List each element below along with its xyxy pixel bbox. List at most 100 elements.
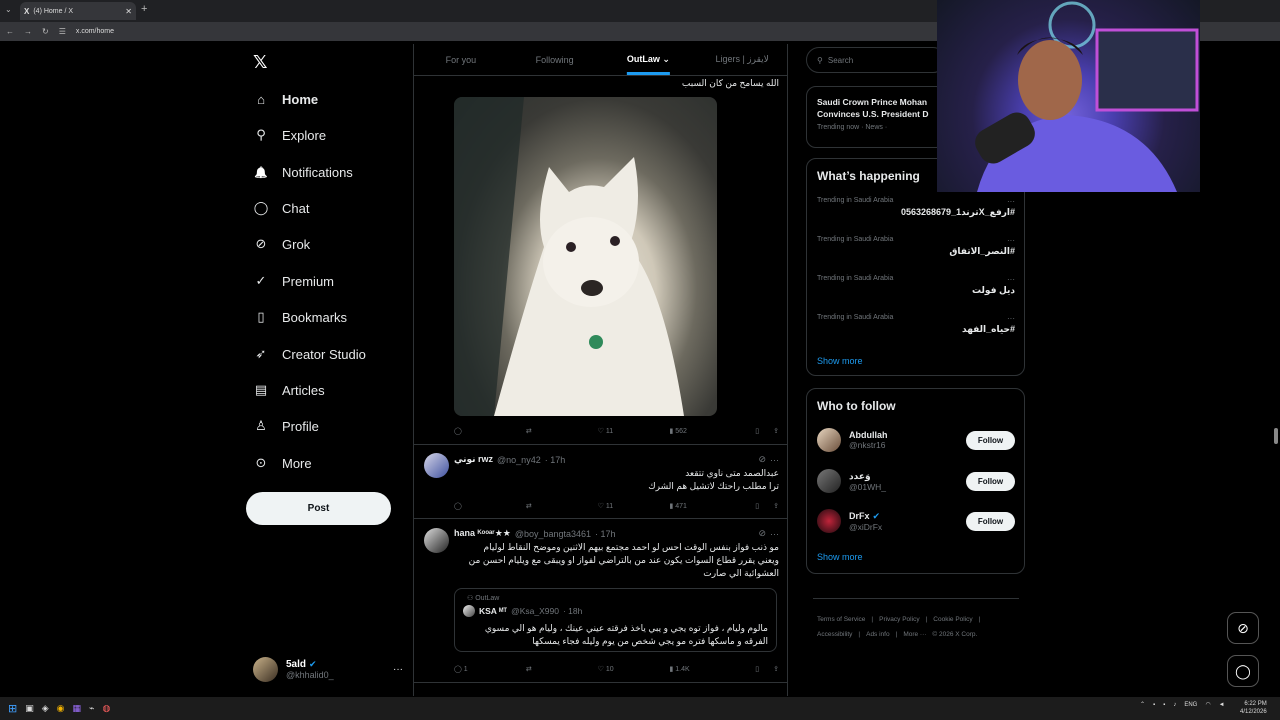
app-icon[interactable]: ▣ bbox=[25, 703, 34, 714]
show-more-link[interactable]: Show more bbox=[817, 356, 863, 366]
browser-tab[interactable]: X (4) Home / X ✕ bbox=[20, 2, 136, 20]
sidebar-item-articles[interactable]: ▤ Articles bbox=[253, 377, 325, 403]
follow-button[interactable]: Follow bbox=[966, 511, 1015, 531]
messages-fab-icon[interactable]: ◯ bbox=[1227, 655, 1259, 687]
bookmark-icon[interactable]: ▯ bbox=[755, 427, 759, 435]
scrollbar[interactable] bbox=[1274, 428, 1278, 444]
bookmark-icon[interactable]: ▯ bbox=[755, 665, 759, 673]
app-icon[interactable]: ▦ bbox=[73, 703, 82, 714]
trend-item[interactable]: Trending in Saudi Arabia #النصر_الاتفاق … bbox=[817, 236, 1015, 270]
account-switcher[interactable]: 5ald ✔ @khhalid0_ ··· bbox=[253, 655, 403, 683]
back-icon[interactable]: ← bbox=[6, 27, 14, 36]
tab-menu-icon[interactable]: ⌄ bbox=[5, 5, 12, 14]
new-tab-button[interactable]: + bbox=[141, 3, 147, 15]
sidebar-item-explore[interactable]: ⚲ Explore bbox=[253, 122, 326, 148]
like-button[interactable]: ♡ 11 bbox=[598, 427, 670, 435]
sidebar-item-more[interactable]: ⊙ More bbox=[253, 450, 312, 476]
footer-link[interactable]: More ··· bbox=[903, 627, 926, 642]
follow-suggestion[interactable]: وَعدد @01WH_ Follow bbox=[817, 467, 1015, 495]
more-icon[interactable]: ··· bbox=[1007, 236, 1015, 245]
sidebar-item-creator-studio[interactable]: ➶ Creator Studio bbox=[253, 341, 366, 367]
language-indicator[interactable]: ENG bbox=[1184, 702, 1197, 708]
sidebar-item-profile[interactable]: ♙ Profile bbox=[253, 413, 319, 439]
tray-chevron-icon[interactable]: ⌃ bbox=[1140, 701, 1145, 708]
views-button[interactable]: ▮ 562 bbox=[669, 427, 741, 435]
retweet-icon[interactable]: ⇄ bbox=[526, 502, 598, 510]
mic-icon[interactable]: ♪ bbox=[1173, 702, 1176, 708]
follow-button[interactable]: Follow bbox=[966, 471, 1015, 491]
news-card[interactable]: Saudi Crown Prince Mohan Convinces U.S. … bbox=[806, 86, 946, 148]
more-icon[interactable]: ··· bbox=[1007, 314, 1015, 323]
grok-fab-icon[interactable]: ⊘ bbox=[1227, 612, 1259, 644]
tray-app-icon[interactable]: ▪ bbox=[1153, 702, 1155, 708]
share-icon[interactable]: ⇪ bbox=[773, 665, 779, 673]
sidebar-item-bookmarks[interactable]: ▯ Bookmarks bbox=[253, 304, 347, 330]
close-tab-icon[interactable]: ✕ bbox=[125, 7, 132, 16]
trend-item[interactable]: Trending in Saudi Arabia #حياه_الفهد ··· bbox=[817, 314, 1015, 348]
follow-suggestion[interactable]: Abdullah @nkstr16 Follow bbox=[817, 426, 1015, 454]
bookmark-icon[interactable]: ▯ bbox=[755, 502, 759, 510]
tweet-time[interactable]: · 17h bbox=[545, 455, 566, 465]
tab-outlaw[interactable]: OutLaw ⌄ bbox=[602, 54, 696, 65]
avatar[interactable] bbox=[424, 528, 449, 553]
like-button[interactable]: ♡ 11 bbox=[598, 502, 670, 510]
follow-button[interactable]: Follow bbox=[966, 430, 1015, 450]
trend-item[interactable]: Trending in Saudi Arabia ديل فولت ··· bbox=[817, 275, 1015, 309]
like-button[interactable]: ♡ 10 bbox=[598, 665, 670, 673]
show-more-link[interactable]: Show more bbox=[817, 552, 863, 562]
sidebar-item-home[interactable]: ⌂ Home bbox=[253, 86, 318, 112]
tweet-author-handle[interactable]: @no_ny42 bbox=[497, 455, 541, 465]
post-button[interactable]: Post bbox=[246, 492, 391, 525]
trend-item[interactable]: Trending in Saudi Arabia #ارفع_Xترند1_05… bbox=[817, 197, 1015, 231]
app-icon[interactable]: ⌁ bbox=[89, 703, 94, 714]
tweet-image-dog[interactable] bbox=[454, 97, 717, 416]
footer-link[interactable]: Ads info bbox=[866, 627, 890, 642]
tweet-author-handle[interactable]: @boy_bangta3461 bbox=[515, 529, 591, 539]
grok-icon[interactable]: ⊘ bbox=[758, 528, 766, 539]
search-input[interactable]: ⚲ Search bbox=[806, 47, 946, 73]
quoted-tweet[interactable]: ⚇ OutLaw KSA ᴹᵀ @Ksa_X990 · 18h مالوم ول… bbox=[454, 588, 777, 652]
forward-icon[interactable]: → bbox=[24, 27, 32, 36]
sidebar-item-chat[interactable]: ◯ Chat bbox=[253, 195, 310, 221]
more-icon[interactable]: ··· bbox=[1007, 275, 1015, 284]
tab-ligers[interactable]: Ligers | لايقرز bbox=[695, 54, 787, 65]
more-icon[interactable]: ··· bbox=[1007, 197, 1015, 206]
views-button[interactable]: ▮ 471 bbox=[669, 502, 741, 510]
sidebar-item-grok[interactable]: ⊘ Grok bbox=[253, 231, 311, 257]
tweet-time[interactable]: · 17h bbox=[595, 529, 616, 539]
tweet-author-name[interactable]: نوني rwz bbox=[454, 454, 493, 465]
footer-link[interactable]: Privacy Policy bbox=[879, 612, 919, 627]
sidebar-item-premium[interactable]: ✓ Premium bbox=[253, 268, 334, 294]
tab-following[interactable]: Following bbox=[508, 55, 602, 65]
account-menu-icon[interactable]: ··· bbox=[393, 664, 403, 675]
footer-link[interactable]: Accessibility bbox=[817, 627, 852, 642]
reload-icon[interactable]: ↻ bbox=[42, 27, 49, 36]
retweet-icon[interactable]: ⇄ bbox=[526, 427, 598, 435]
app-icon[interactable]: ◍ bbox=[102, 703, 110, 714]
tray-app-icon[interactable]: ▪ bbox=[1163, 702, 1165, 708]
volume-icon[interactable]: ◄ bbox=[1219, 702, 1225, 708]
app-icon[interactable]: ◈ bbox=[42, 703, 49, 714]
clock[interactable]: 6:22 PM 4/12/2026 bbox=[1240, 700, 1267, 716]
follow-suggestion[interactable]: DrFx ✔ @xiDrFx Follow bbox=[817, 507, 1015, 535]
grok-icon[interactable]: ⊘ bbox=[758, 454, 766, 465]
chrome-icon[interactable]: ◉ bbox=[57, 703, 65, 714]
site-info-icon[interactable]: ☰ bbox=[59, 27, 66, 36]
share-icon[interactable]: ⇪ bbox=[773, 427, 779, 435]
windows-start-icon[interactable]: ⊞ bbox=[8, 702, 17, 715]
footer-link[interactable]: Terms of Service bbox=[817, 612, 865, 627]
footer-link[interactable]: Cookie Policy bbox=[933, 612, 972, 627]
reply-icon[interactable]: ◯ bbox=[454, 502, 526, 510]
tab-for-you[interactable]: For you bbox=[414, 55, 508, 65]
reply-icon[interactable]: ◯ bbox=[454, 427, 526, 435]
wifi-icon[interactable]: ◠ bbox=[1205, 701, 1210, 708]
sidebar-item-notifications[interactable]: 🔔 Notifications bbox=[253, 159, 353, 185]
views-button[interactable]: ▮ 1.4K bbox=[669, 665, 741, 673]
avatar[interactable] bbox=[424, 453, 449, 478]
x-logo[interactable]: 𝕏 bbox=[253, 52, 268, 73]
more-icon[interactable]: ··· bbox=[770, 529, 779, 539]
more-icon[interactable]: ··· bbox=[770, 455, 779, 465]
url-text[interactable]: x.com/home bbox=[76, 28, 114, 35]
retweet-icon[interactable]: ⇄ bbox=[526, 665, 598, 673]
tweet-author-name[interactable]: hana ᴷᵒᵒᵃʳ★★ bbox=[454, 528, 511, 539]
